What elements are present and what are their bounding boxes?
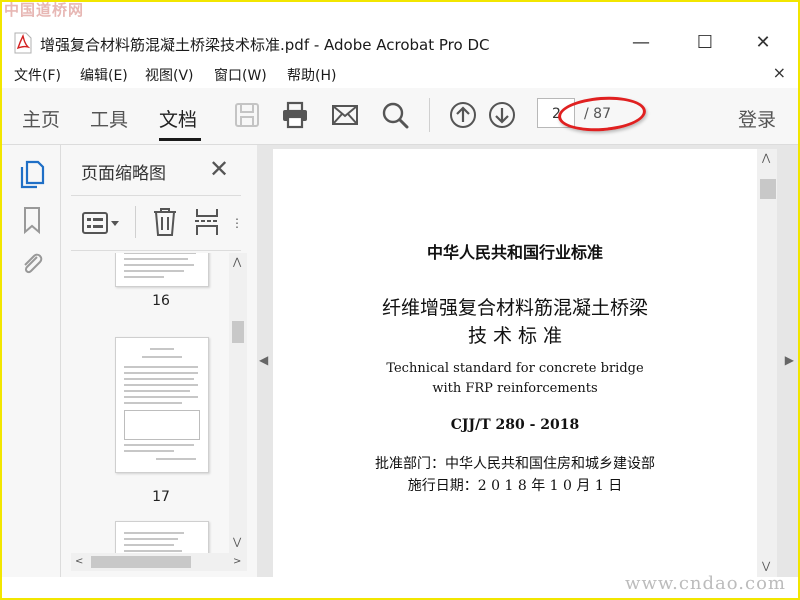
- thumbnail-page-18[interactable]: [115, 521, 209, 553]
- close-panel-button[interactable]: ✕: [209, 155, 229, 183]
- save-icon[interactable]: [232, 100, 262, 130]
- toolbar: 主页 工具 文档 2 / 87 登录: [2, 88, 798, 145]
- panel-title: 页面缩略图: [81, 164, 166, 184]
- menu-window[interactable]: 窗口(W): [214, 65, 267, 85]
- email-icon[interactable]: [330, 100, 360, 130]
- panel-tools-separator: [135, 206, 136, 238]
- pdf-page[interactable]: 中华人民共和国行业标准 纤维增强复合材料筋混凝土桥梁 技 术 标 准 Techn…: [273, 149, 757, 589]
- document-view: ◀ 中华人民共和国行业标准 纤维增强复合材料筋混凝土桥梁 技 术 标 准 Tec…: [257, 145, 798, 589]
- thumbnail-label: 16: [152, 293, 170, 309]
- doc-approval-dept: 批准部门：中华人民共和国住房和城乡建设部: [375, 456, 655, 472]
- close-window-button[interactable]: ✕: [748, 30, 778, 56]
- menu-bar: 文件(F) 编辑(E) 视图(V) 窗口(W) 帮助(H) ×: [2, 60, 798, 88]
- watermark-bottom: www.cndao.com: [625, 573, 786, 594]
- delete-page-icon[interactable]: [151, 206, 179, 238]
- menu-help[interactable]: 帮助(H): [287, 65, 336, 85]
- scrollbar-thumb[interactable]: [232, 321, 244, 343]
- print-icon[interactable]: [280, 100, 310, 130]
- options-menu-icon[interactable]: [81, 208, 121, 238]
- collapse-left-panel-icon[interactable]: ◀: [259, 353, 268, 367]
- doc-title: 纤维增强复合材料筋混凝土桥梁: [381, 297, 648, 319]
- doc-effective-date: 施行日期：2 0 1 8 年 1 0 月 1 日: [407, 478, 623, 494]
- more-tools-icon[interactable]: ⋮: [231, 216, 243, 230]
- scroll-down-arrow[interactable]: ⋁: [762, 561, 770, 572]
- minimize-button[interactable]: —: [626, 30, 656, 56]
- panel-toolbar: ⋮: [71, 195, 243, 251]
- doc-standard-code: CJJ/T 280 - 2018: [450, 417, 580, 433]
- window-title: 增强复合材料筋混凝土桥梁技术标准.pdf - Adobe Acrobat Pro…: [40, 36, 490, 54]
- bookmark-icon[interactable]: [18, 205, 46, 235]
- document-vertical-scrollbar[interactable]: ⋀ ⋁: [757, 149, 777, 577]
- search-icon[interactable]: [380, 100, 410, 130]
- insert-page-icon[interactable]: [193, 206, 221, 238]
- attachment-icon[interactable]: [18, 249, 46, 279]
- watermark-top: 中国道桥网: [4, 1, 85, 19]
- close-document-button[interactable]: ×: [773, 63, 786, 82]
- pdf-file-icon: [14, 32, 32, 54]
- scrollbar-thumb[interactable]: [91, 556, 191, 568]
- tab-home[interactable]: 主页: [22, 105, 60, 132]
- login-button[interactable]: 登录: [738, 105, 776, 132]
- title-bar: 增强复合材料筋混凝土桥梁技术标准.pdf - Adobe Acrobat Pro…: [2, 26, 798, 60]
- tab-document[interactable]: 文档: [159, 105, 197, 132]
- menu-file[interactable]: 文件(F): [14, 65, 61, 85]
- scroll-right-arrow[interactable]: >: [233, 556, 241, 567]
- tab-tools[interactable]: 工具: [90, 105, 128, 132]
- doc-title-line2: 技 术 标 准: [467, 325, 563, 347]
- maximize-button[interactable]: ☐: [690, 30, 720, 56]
- scrollbar-thumb[interactable]: [760, 179, 776, 199]
- thumbnail-vertical-scrollbar[interactable]: ⋀ ⋁: [229, 253, 247, 553]
- doc-heading: 中华人民共和国行业标准: [426, 243, 603, 262]
- menu-view[interactable]: 视图(V): [145, 65, 194, 85]
- thumbnail-list: 16 17: [71, 253, 229, 553]
- thumbnail-horizontal-scrollbar[interactable]: < >: [71, 553, 247, 571]
- collapse-right-panel-icon[interactable]: ▶: [785, 353, 794, 367]
- doc-english-title: Technical standard for concrete bridge: [386, 361, 644, 376]
- navigation-strip: [2, 145, 61, 577]
- thumbnail-table: [124, 410, 200, 440]
- page-up-icon[interactable]: [448, 100, 478, 130]
- doc-english-title-line2: with FRP reinforcements: [432, 381, 598, 396]
- scroll-up-arrow[interactable]: ⋀: [233, 257, 241, 268]
- menu-edit[interactable]: 编辑(E): [80, 65, 128, 85]
- thumbnail-page-17[interactable]: [115, 337, 209, 473]
- scroll-down-arrow[interactable]: ⋁: [233, 537, 241, 548]
- scroll-left-arrow[interactable]: <: [75, 556, 83, 567]
- active-tab-indicator: [159, 138, 201, 141]
- thumbnail-page-16[interactable]: [115, 253, 209, 287]
- page-down-icon[interactable]: [487, 100, 517, 130]
- scroll-up-arrow[interactable]: ⋀: [762, 153, 770, 164]
- thumbnail-label: 17: [152, 489, 170, 505]
- toolbar-separator: [429, 98, 430, 132]
- page-thumbnails-icon[interactable]: [18, 159, 46, 189]
- thumbnail-panel: 页面缩略图 ✕ ⋮ 16 17 ⋀ ⋁ < >: [61, 145, 257, 577]
